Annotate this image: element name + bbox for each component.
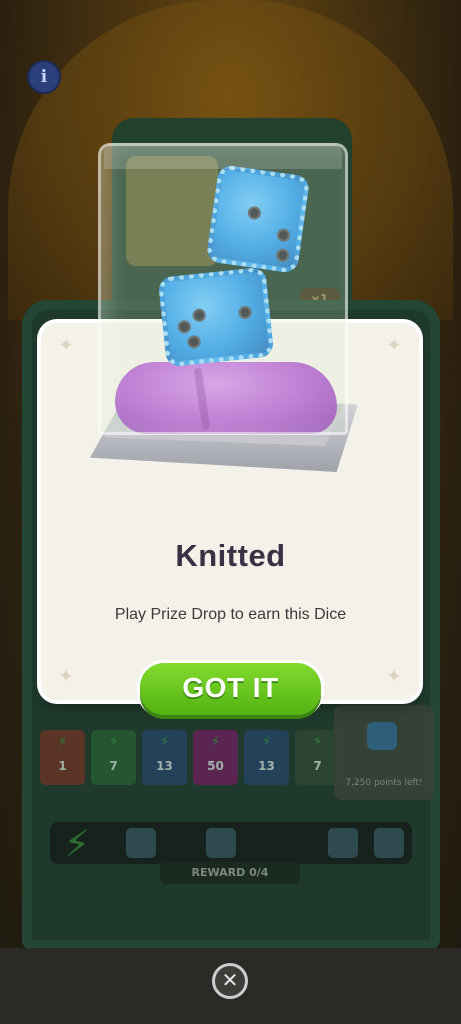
sparkle-corner-icon: ✦ xyxy=(58,666,74,687)
slot-value: 7 xyxy=(313,759,322,773)
prize-slot: ⚡ 13 xyxy=(142,730,187,785)
prize-slot: ⚡ 7 xyxy=(91,730,136,785)
reward-progress-label: REWARD 0/4 xyxy=(160,862,300,884)
slot-value: 1 xyxy=(58,759,67,773)
lightning-bolt-icon: ⚡ xyxy=(210,734,221,750)
dice-name-title: Knitted xyxy=(175,538,286,573)
slot-value: 50 xyxy=(207,759,224,773)
prize-slot: ⚡ 13 xyxy=(244,730,289,785)
slot-value: 13 xyxy=(156,759,173,773)
lightning-bolt-icon: ⚡ xyxy=(312,734,323,750)
reward-item-icon xyxy=(328,828,358,858)
reward-item-icon xyxy=(206,828,236,858)
glass-display-case xyxy=(98,143,348,435)
slot-value: 13 xyxy=(258,759,275,773)
lightning-bolt-icon: ⚡ xyxy=(108,734,119,750)
reward-item-icon xyxy=(374,828,404,858)
sparkle-corner-icon: ✦ xyxy=(58,335,74,356)
close-icon[interactable]: ✕ xyxy=(212,963,248,999)
side-dice-icon xyxy=(367,722,397,750)
dice-description: Play Prize Drop to earn this Dice xyxy=(114,606,347,623)
prize-slot: ⚡ 1 xyxy=(40,730,85,785)
info-icon[interactable]: i xyxy=(29,62,59,92)
lightning-bolt-icon: ⚡ xyxy=(57,734,68,750)
prize-slots: ⚡ 1 ⚡ 7 ⚡ 13 ⚡ 50 ⚡ 13 ⚡ 7 xyxy=(40,730,340,785)
reward-item-icon xyxy=(126,828,156,858)
sparkle-corner-icon: ✦ xyxy=(386,666,402,687)
lightning-bolt-icon: ⚡ xyxy=(261,734,272,750)
sparkle-corner-icon: ✦ xyxy=(386,335,402,356)
glass-case-lid xyxy=(104,143,342,169)
lightning-bolt-icon: ⚡ xyxy=(63,822,91,866)
got-it-button[interactable]: GOT IT xyxy=(140,663,321,715)
lightning-bolt-icon: ⚡ xyxy=(159,734,170,750)
prize-slot: ⚡ 50 xyxy=(193,730,238,785)
points-left-label: 7,250 points left! xyxy=(345,778,423,788)
slot-value: 7 xyxy=(109,759,118,773)
